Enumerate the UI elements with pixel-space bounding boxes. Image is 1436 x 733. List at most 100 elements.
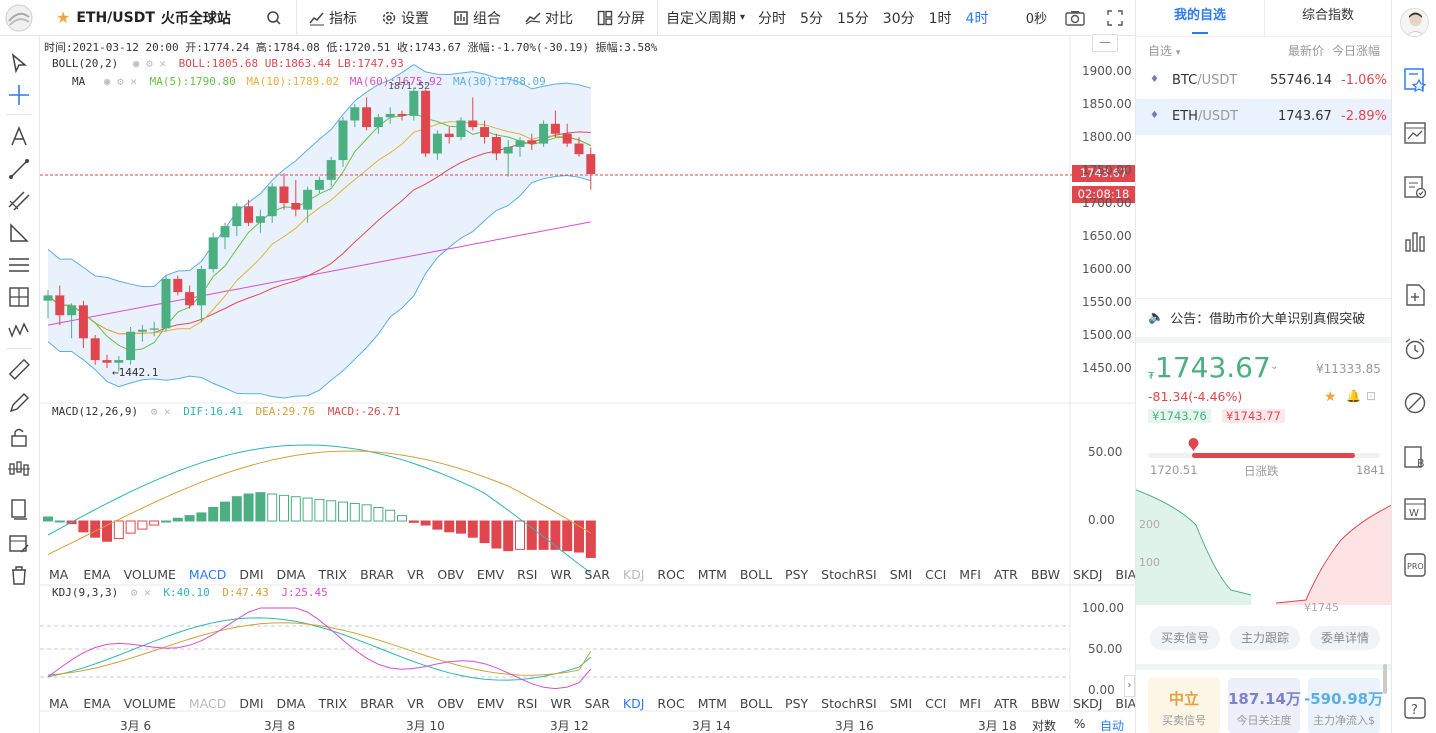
- help-tool[interactable]: ?: [1402, 695, 1428, 721]
- indicator-tab-cci[interactable]: CCI: [919, 567, 953, 582]
- text-tool[interactable]: [6, 124, 32, 150]
- settings-button[interactable]: 设置: [369, 0, 441, 36]
- attention-card[interactable]: 187.14万 今日关注度: [1228, 678, 1301, 733]
- camera-icon[interactable]: [1065, 10, 1085, 26]
- bars-tool[interactable]: [1402, 228, 1428, 254]
- indicator-tab-mtm[interactable]: MTM: [692, 567, 734, 582]
- indicator-tab-macd[interactable]: MACD: [183, 567, 233, 582]
- indicator-tab-emv[interactable]: EMV: [471, 696, 511, 711]
- indicator-tab-mtm[interactable]: MTM: [692, 696, 734, 711]
- price-col-header[interactable]: 最新价: [1288, 42, 1324, 59]
- split-screen-button[interactable]: 分屏: [585, 0, 657, 36]
- auto-scale-button[interactable]: 自动: [1100, 717, 1124, 733]
- indicator-tab-roc[interactable]: ROC: [651, 696, 691, 711]
- indicator-tab-emv[interactable]: EMV: [471, 567, 511, 582]
- indicator-tab-dma[interactable]: DMA: [271, 696, 313, 711]
- indicator-tab-vr[interactable]: VR: [401, 696, 431, 711]
- indicator-tab-dma[interactable]: DMA: [271, 567, 313, 582]
- combo-button[interactable]: 组合: [441, 0, 513, 36]
- gear-icon[interactable]: ⚙: [131, 586, 138, 599]
- indicator-tab-atr[interactable]: ATR: [988, 567, 1025, 582]
- wave-tool[interactable]: [6, 316, 32, 342]
- close-icon[interactable]: ✕: [159, 57, 166, 70]
- fib-tool[interactable]: [6, 252, 32, 278]
- compass-tool[interactable]: [1402, 390, 1428, 416]
- chart-area[interactable]: 时间:2021-03-12 20:00 开:1774.24 高:1784.08 …: [40, 34, 1215, 733]
- eye-icon[interactable]: ◉: [133, 57, 140, 70]
- gear-icon[interactable]: ⚙: [117, 75, 124, 88]
- scrollbar[interactable]: [1383, 664, 1387, 694]
- close-icon[interactable]: ✕: [144, 586, 151, 599]
- add-tool[interactable]: [1402, 282, 1428, 308]
- indicator-tab-bbw[interactable]: BBW: [1025, 696, 1067, 711]
- indicator-tab-wr[interactable]: WR: [544, 567, 578, 582]
- indicator-tab-brar[interactable]: BRAR: [354, 567, 401, 582]
- indicator-tab-brar[interactable]: BRAR: [354, 696, 401, 711]
- fullscreen-icon[interactable]: [1107, 9, 1123, 26]
- indicator-tab-ema[interactable]: EMA: [77, 567, 117, 582]
- favorite-star-icon[interactable]: ★: [1324, 389, 1337, 405]
- w-tool[interactable]: W: [1402, 496, 1428, 522]
- kline-chart[interactable]: [40, 36, 1135, 733]
- indicator-tab-stochrsi[interactable]: StochRSI: [815, 696, 884, 711]
- cursor-tool[interactable]: [6, 50, 32, 76]
- indicator-tab-mfi[interactable]: MFI: [953, 567, 988, 582]
- magnet-tool[interactable]: [6, 456, 32, 482]
- symbol-selector[interactable]: ★ ETH/USDT 火币全球站: [0, 8, 266, 28]
- indicator-tab-psy[interactable]: PSY: [779, 567, 815, 582]
- eye-icon[interactable]: ◉: [104, 75, 111, 88]
- ruler-tool[interactable]: [6, 356, 32, 382]
- channel-tool[interactable]: [6, 188, 32, 214]
- watchlist-row-eth[interactable]: ♦ ETH/USDT 1743.67 -2.89%: [1136, 99, 1392, 135]
- bell-icon[interactable]: 🔔: [1346, 389, 1361, 403]
- indicator-tab-vr[interactable]: VR: [401, 567, 431, 582]
- indicator-tab-obv[interactable]: OBV: [431, 696, 471, 711]
- indicator-tab-sar[interactable]: SAR: [579, 567, 617, 582]
- gear-icon[interactable]: ⚙: [151, 405, 158, 418]
- user-avatar[interactable]: [1400, 8, 1429, 37]
- watchlist-row-btc[interactable]: ♦ BTC/USDT 55746.14 -1.06%: [1136, 63, 1392, 99]
- indicator-tab-atr[interactable]: ATR: [988, 696, 1025, 711]
- pro-tool[interactable]: PRO: [1402, 552, 1428, 578]
- indicator-tab-ma[interactable]: MA: [40, 696, 77, 711]
- signal-card[interactable]: 中立 买卖信号: [1148, 678, 1220, 733]
- custom-period-dropdown[interactable]: 自定义周期 ▾: [658, 0, 751, 36]
- indicator-tab-trix[interactable]: TRIX: [312, 567, 354, 582]
- watchlist-tool[interactable]: [1402, 66, 1428, 93]
- indicator-tab-sar[interactable]: SAR: [579, 696, 617, 711]
- indicator-tab-smi[interactable]: SMI: [884, 567, 919, 582]
- layers-tool[interactable]: [6, 496, 32, 522]
- close-icon[interactable]: ✕: [164, 405, 171, 418]
- indicator-tab-roc[interactable]: ROC: [651, 567, 691, 582]
- calendar-tool[interactable]: [6, 530, 32, 556]
- delete-tool[interactable]: [6, 562, 32, 588]
- indicator-tab-smi[interactable]: SMI: [884, 696, 919, 711]
- pen-tool[interactable]: [6, 390, 32, 416]
- notice-bar[interactable]: 🔈 公告：借助市价大单识别真假突破: [1148, 308, 1365, 327]
- indicator-tab-trix[interactable]: TRIX: [312, 696, 354, 711]
- period-option[interactable]: 5分: [793, 8, 830, 28]
- close-icon[interactable]: ✕: [130, 75, 137, 88]
- line-tool[interactable]: [6, 156, 32, 182]
- percent-scale-button[interactable]: %: [1074, 717, 1085, 731]
- change-col-header[interactable]: 今日涨幅: [1332, 42, 1380, 59]
- search-button[interactable]: [266, 0, 296, 36]
- collapse-button[interactable]: —: [1092, 34, 1118, 52]
- order-detail-button[interactable]: 委单详情: [1310, 626, 1380, 650]
- indicator-tab-volume[interactable]: VOLUME: [118, 567, 183, 582]
- indicator-tab-bbw[interactable]: BBW: [1025, 567, 1067, 582]
- indicator-tab-boll[interactable]: BOLL: [734, 567, 779, 582]
- indicator-tab-psy[interactable]: PSY: [779, 696, 815, 711]
- period-option[interactable]: 30分: [876, 8, 922, 28]
- indicator-tab-mfi[interactable]: MFI: [953, 696, 988, 711]
- period-option[interactable]: 分时: [751, 8, 793, 28]
- star-icon[interactable]: ★: [56, 8, 70, 27]
- indicator-tab-skdj[interactable]: SKDJ: [1067, 696, 1109, 711]
- kline-tool[interactable]: [1402, 120, 1428, 146]
- tab-composite-index[interactable]: 综合指数: [1264, 0, 1392, 36]
- indicator-tab-boll[interactable]: BOLL: [734, 696, 779, 711]
- indicator-tab-ma[interactable]: MA: [40, 567, 77, 582]
- indicator-tab-skdj[interactable]: SKDJ: [1067, 567, 1109, 582]
- indicator-tab-rsi[interactable]: RSI: [511, 696, 544, 711]
- period-option[interactable]: 15分: [830, 8, 876, 28]
